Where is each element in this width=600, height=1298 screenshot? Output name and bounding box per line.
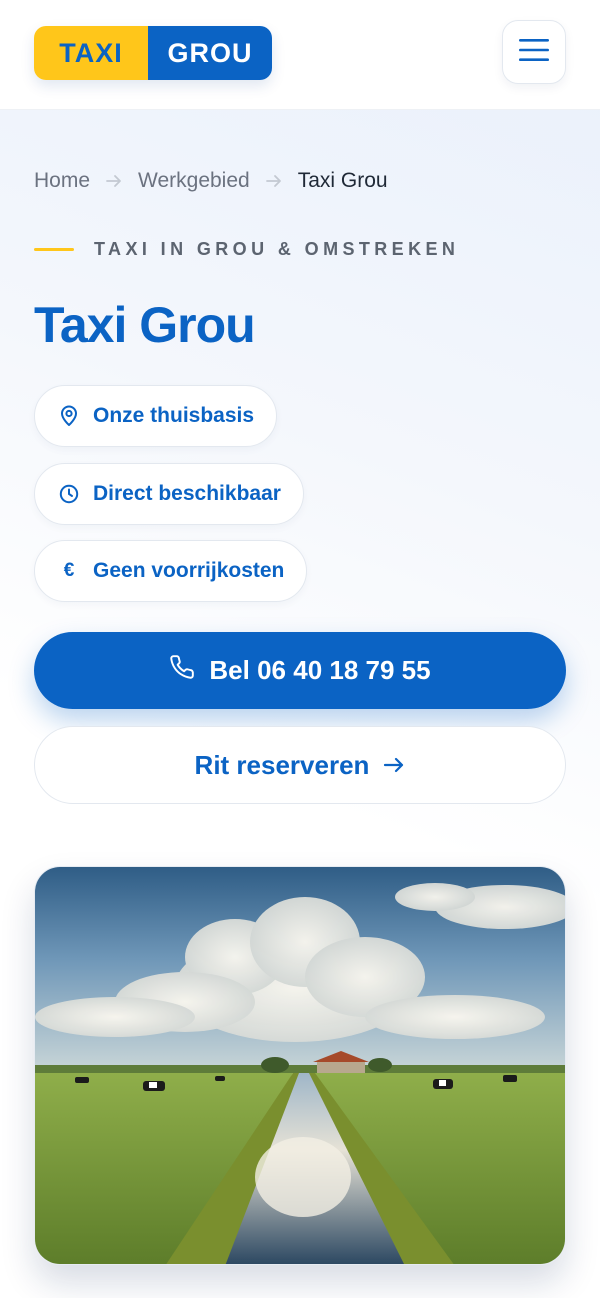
pill-availability: Direct beschikbaar (34, 463, 304, 525)
eyebrow-accent-line (34, 247, 74, 251)
arrow-right-icon (106, 174, 122, 188)
reserve-button-label: Rit reserveren (194, 749, 370, 780)
reserve-button[interactable]: Rit reserveren (34, 726, 566, 804)
site-header: TAXI GROU (0, 0, 600, 110)
breadcrumb: Home Werkgebied Taxi Grou (34, 166, 388, 196)
pill-label: Direct beschikbaar (93, 482, 281, 505)
logo[interactable]: TAXI GROU (34, 26, 272, 80)
pill-no-fees: € Geen voorrijkosten (34, 540, 308, 602)
page: TAXI GROU Home Werkgebied Taxi Grou TAXI… (0, 0, 600, 1298)
map-pin-icon (59, 405, 79, 427)
logo-taxi-text: TAXI (34, 26, 148, 80)
pill-label: Geen voorrijkosten (93, 559, 285, 582)
page-title: Taxi Grou (34, 297, 256, 353)
menu-button[interactable] (502, 20, 566, 84)
arrow-right-icon (265, 174, 282, 188)
logo-grou-text: GROU (148, 26, 272, 80)
breadcrumb-current: Taxi Grou (297, 169, 388, 192)
call-button-label: Bel 06 40 18 79 55 (209, 655, 431, 685)
euro-icon: € (63, 560, 75, 581)
pill-label: Onze thuisbasis (93, 404, 255, 427)
hamburger-menu-icon (519, 38, 549, 66)
phone-icon (169, 654, 195, 687)
arrow-right-icon (383, 750, 405, 781)
call-button[interactable]: Bel 06 40 18 79 55 (34, 632, 566, 709)
eyebrow: TAXI IN GROU & OMSTREKEN (34, 236, 459, 262)
clock-icon (59, 484, 79, 504)
landscape-photo (34, 866, 566, 1265)
pill-home-base: Onze thuisbasis (34, 385, 278, 447)
breadcrumb-home[interactable]: Home (34, 169, 90, 193)
eyebrow-text: TAXI IN GROU & OMSTREKEN (94, 238, 460, 259)
breadcrumb-werkgebied[interactable]: Werkgebied (138, 169, 250, 193)
